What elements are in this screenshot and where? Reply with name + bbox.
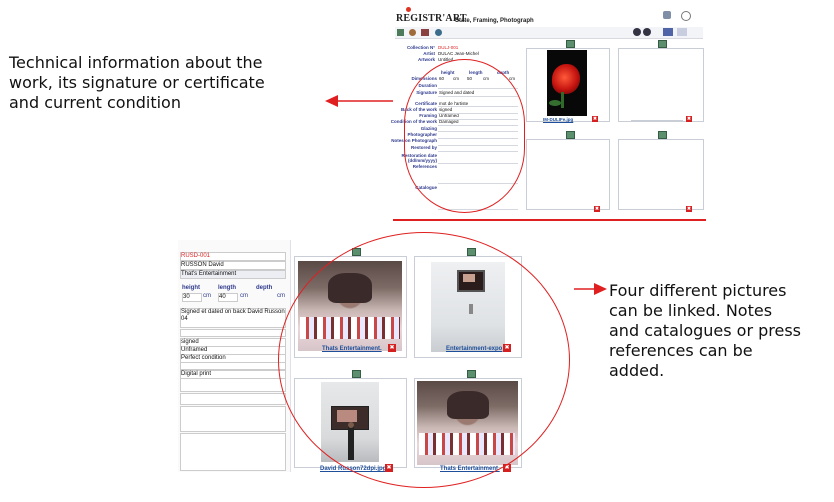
dims-d-unit-b: cm (277, 293, 285, 299)
delete-photo-4[interactable]: ✖ (686, 206, 692, 212)
nav-prev-button[interactable] (633, 28, 641, 36)
empty-field-6[interactable] (180, 433, 286, 471)
dims-h-unit-b: cm (203, 293, 211, 299)
photo-slot-4[interactable] (618, 139, 704, 210)
view-toggle-2[interactable] (677, 28, 687, 36)
empty-field-1[interactable] (180, 329, 286, 337)
dims-header-length-b: length (218, 285, 236, 291)
dims-h-b[interactable]: 30 (182, 293, 202, 302)
empty-field-4[interactable] (180, 393, 286, 405)
right-callout-line-3: and catalogues or press (609, 321, 802, 340)
photo-slot-icon-3[interactable] (566, 131, 575, 139)
right-callout-line-5: added. (609, 361, 665, 380)
collection-value-b[interactable]: RUSD-001 (180, 252, 286, 261)
dims-l-b[interactable]: 40 (218, 293, 238, 302)
left-callout-line-1: Technical information about the (9, 53, 263, 72)
right-callout-line-4: references can be (609, 341, 753, 360)
right-callout-line-2: can be linked. Notes (609, 301, 773, 320)
collection-label: Collection N° (406, 45, 435, 50)
photo-slot-1[interactable] (526, 48, 610, 122)
caption-line-2 (631, 120, 683, 121)
toolbar-icon-1[interactable] (397, 29, 404, 36)
delete-photo-1[interactable]: ✖ (592, 116, 598, 122)
empty-field-3[interactable] (180, 378, 286, 392)
artwork-label: Artwork (417, 57, 435, 62)
left-callout-line-2: work, its signature or certificate (9, 73, 265, 92)
signature-value-b[interactable]: Signed et dated on back David Russon 04 (180, 308, 286, 328)
left-callout-text: Technical information about the work, it… (9, 53, 309, 113)
photo-slot-2[interactable] (618, 48, 704, 122)
artist-value-b[interactable]: RUSSON David (180, 261, 286, 270)
photo-caption-1[interactable]: IM-DULIFe.jpg (543, 117, 573, 122)
dims-l-unit-b: cm (240, 293, 248, 299)
empty-field-5[interactable] (180, 406, 286, 432)
photo-red-flower (547, 50, 587, 116)
right-callout-text: Four different pictures can be linked. N… (609, 281, 834, 381)
collection-value[interactable]: DULJ-001 (438, 45, 458, 50)
photo-slot-icon-1[interactable] (566, 40, 575, 48)
toolbar-icon-2[interactable] (409, 29, 416, 36)
bottom-rule (393, 219, 706, 221)
dims-header-depth-b: depth (256, 285, 273, 291)
highlight-ellipse-form (404, 59, 525, 213)
artist-value[interactable]: DULAC Jean-Michel (438, 51, 479, 56)
artist-label: Artist (423, 51, 435, 56)
header-icon-b[interactable] (681, 11, 691, 21)
app-logo-mark (406, 7, 411, 12)
view-toggle-1[interactable] (663, 28, 673, 36)
caption-line-3 (541, 209, 591, 210)
toolbar-icon-3[interactable] (421, 29, 429, 36)
header-icon-a[interactable] (663, 11, 671, 19)
window-title: State, Framing, Photograph (455, 18, 534, 24)
top-app-window: REGISTR'ART State, Framing, Photograph C… (391, 5, 706, 223)
left-callout-line-3: and current condition (9, 93, 181, 112)
photo-slot-icon-4[interactable] (658, 131, 667, 139)
dims-header-height-b: height (182, 285, 200, 291)
toolbar (395, 27, 703, 39)
right-callout-line-1: Four different pictures (609, 281, 787, 300)
highlight-ellipse-pictures (278, 232, 570, 488)
arrow-left-icon (325, 95, 397, 107)
delete-photo-3[interactable]: ✖ (594, 206, 600, 212)
photo-slot-icon-2[interactable] (658, 40, 667, 48)
photo-slot-3[interactable] (526, 139, 610, 210)
left-arrow (325, 93, 397, 107)
artwork-value-b[interactable]: That's Entertainment (180, 270, 286, 279)
delete-photo-2[interactable]: ✖ (686, 116, 692, 122)
nav-next-button[interactable] (643, 28, 651, 36)
empty-field-2[interactable] (180, 362, 286, 370)
caption-line-4 (631, 209, 683, 210)
toolbar-icon-4[interactable] (435, 29, 442, 36)
